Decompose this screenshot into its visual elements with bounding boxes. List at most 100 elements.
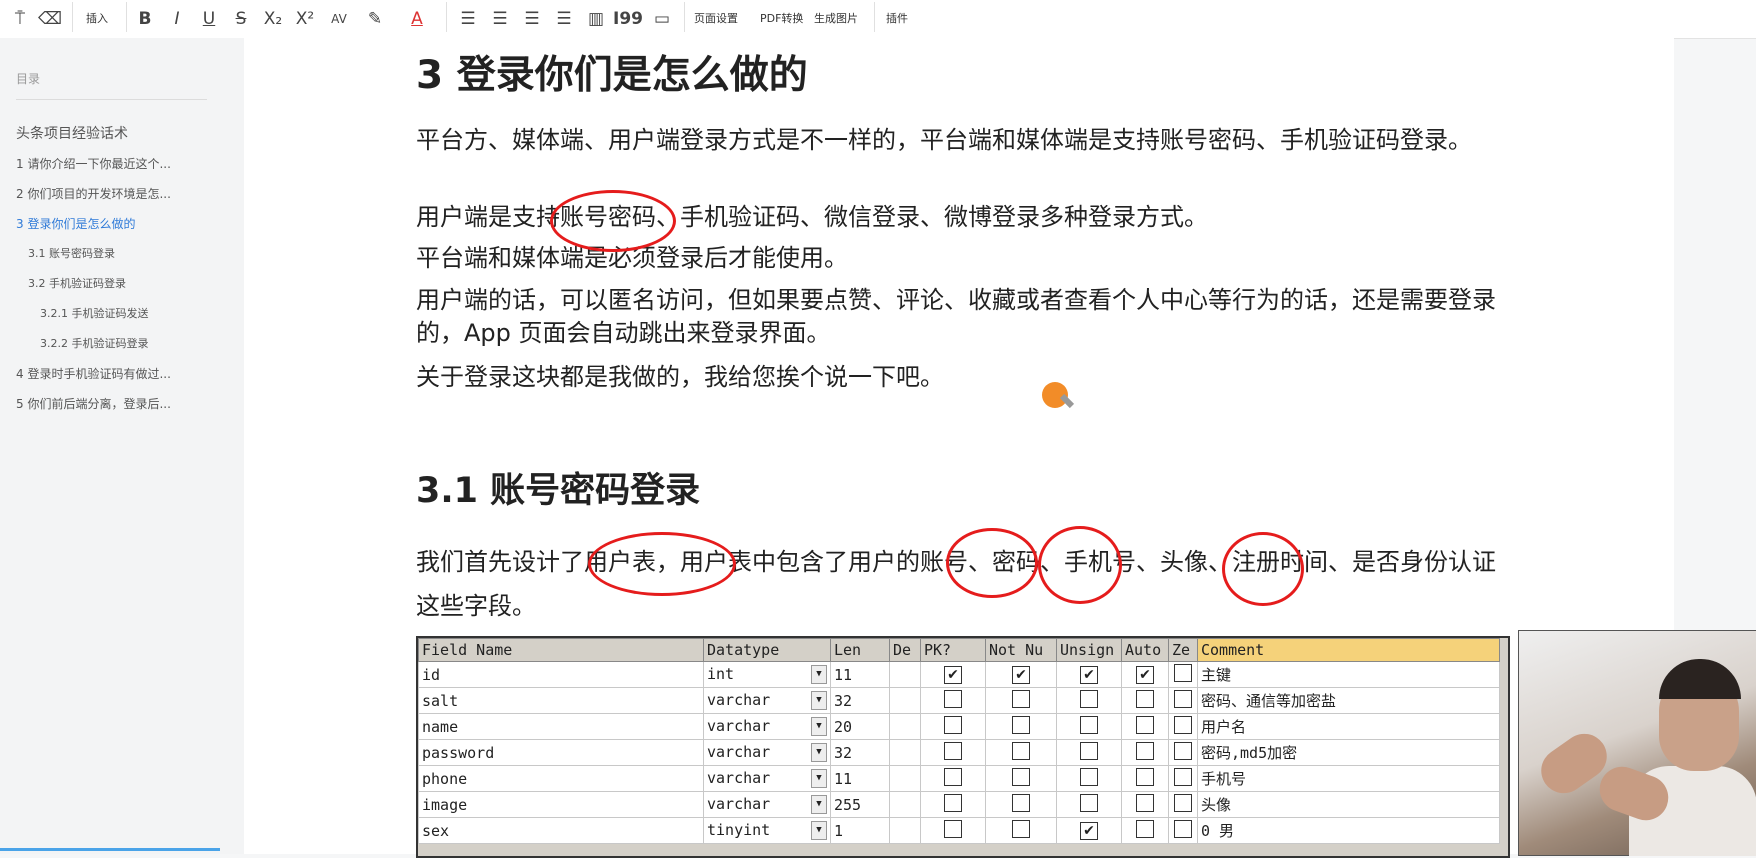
toc-item-3-1[interactable]: 3.1 账号密码登录 (28, 245, 115, 261)
cell-datatype[interactable]: varchar ▼ (703, 791, 831, 818)
checkbox-nn[interactable] (1012, 767, 1030, 786)
cell-len[interactable]: 255 (830, 791, 890, 818)
cell-default[interactable] (889, 791, 921, 818)
pdf-convert-button[interactable]: PDF转换 (760, 10, 803, 26)
cell-pk[interactable] (920, 687, 986, 714)
align-left-icon[interactable]: ☰ (456, 6, 480, 32)
cell-len[interactable]: 20 (830, 713, 890, 740)
checkbox-nn[interactable] (1012, 819, 1030, 838)
align-center-icon[interactable]: ☰ (488, 6, 512, 32)
cell-pk[interactable] (920, 791, 986, 818)
cell-ze[interactable] (1168, 739, 1198, 766)
cell-field-name[interactable]: name (418, 713, 704, 740)
checkbox-ze[interactable] (1174, 715, 1192, 734)
cell-ze[interactable] (1168, 687, 1198, 714)
eraser-icon[interactable]: ⌫ (38, 6, 62, 32)
cell-len[interactable]: 11 (830, 765, 890, 792)
quote-icon[interactable]: I99 (613, 6, 643, 32)
cell-nn[interactable] (985, 713, 1057, 740)
cell-datatype[interactable]: varchar ▼ (703, 739, 831, 766)
cell-nn[interactable] (985, 739, 1057, 766)
cell-comment[interactable]: 主键 (1197, 661, 1500, 688)
checkbox-un[interactable] (1080, 715, 1098, 734)
dropdown-arrow-icon[interactable]: ▼ (811, 769, 827, 788)
checkbox-pk[interactable] (944, 715, 962, 734)
cell-field-name[interactable]: salt (418, 687, 704, 714)
checkbox-auto[interactable] (1136, 715, 1154, 734)
toc-item-root[interactable]: 头条项目经验话术 (16, 123, 128, 143)
cell-default[interactable] (889, 713, 921, 740)
cell-auto[interactable] (1121, 817, 1169, 844)
cell-default[interactable] (889, 765, 921, 792)
checkbox-pk[interactable] (944, 689, 962, 708)
cell-field-name[interactable]: sex (418, 817, 704, 844)
cell-auto[interactable] (1121, 687, 1169, 714)
checkbox-pk[interactable] (944, 793, 962, 812)
page-setup-button[interactable]: 页面设置 (694, 10, 738, 26)
cell-default[interactable] (889, 817, 921, 844)
checkbox-un[interactable]: ✔ (1080, 666, 1098, 684)
subscript-icon[interactable]: X₂ (262, 6, 284, 32)
plugin-button[interactable]: 插件 (886, 10, 908, 26)
cell-ze[interactable] (1168, 765, 1198, 792)
dropdown-arrow-icon[interactable]: ▼ (811, 665, 827, 684)
checkbox-ze[interactable] (1174, 819, 1192, 838)
checkbox-pk[interactable] (944, 819, 962, 838)
checkbox-ze[interactable] (1174, 741, 1192, 760)
dropdown-arrow-icon[interactable]: ▼ (811, 717, 827, 736)
cell-pk[interactable] (920, 739, 986, 766)
checkbox-auto[interactable] (1136, 741, 1154, 760)
cell-default[interactable] (889, 661, 921, 688)
cell-field-name[interactable]: phone (418, 765, 704, 792)
cell-ze[interactable] (1168, 661, 1198, 688)
table-row[interactable]: password varchar ▼ 32 密码,md5加密 (418, 739, 1500, 766)
checkbox-nn[interactable] (1012, 741, 1030, 760)
cell-field-name[interactable]: password (418, 739, 704, 766)
font-color-icon[interactable]: A (402, 6, 432, 32)
cell-nn[interactable]: ✔ (985, 661, 1057, 688)
columns-icon[interactable]: ▥ (584, 6, 608, 32)
table-row[interactable]: sex tinyint ▼ 1 ✔ 0 男 (418, 817, 1500, 844)
cell-ze[interactable] (1168, 713, 1198, 740)
align-justify-icon[interactable]: ☰ (552, 6, 576, 32)
checkbox-un[interactable] (1080, 767, 1098, 786)
checkbox-nn[interactable] (1012, 715, 1030, 734)
superscript-icon[interactable]: X² (294, 6, 316, 32)
checkbox-ze[interactable] (1174, 689, 1192, 708)
dropdown-arrow-icon[interactable]: ▼ (811, 691, 827, 710)
line-spacing-icon[interactable]: ▭ (650, 6, 674, 32)
cell-un[interactable] (1056, 687, 1122, 714)
cell-nn[interactable] (985, 817, 1057, 844)
cell-auto[interactable] (1121, 713, 1169, 740)
cell-comment[interactable]: 手机号 (1197, 765, 1500, 792)
toc-item-3-2[interactable]: 3.2 手机验证码登录 (28, 275, 126, 291)
cell-pk[interactable] (920, 817, 986, 844)
cell-auto[interactable] (1121, 739, 1169, 766)
cell-auto[interactable] (1121, 791, 1169, 818)
cell-len[interactable]: 1 (830, 817, 890, 844)
cell-nn[interactable] (985, 765, 1057, 792)
checkbox-pk[interactable] (944, 741, 962, 760)
cell-default[interactable] (889, 687, 921, 714)
checkbox-ze[interactable] (1174, 767, 1192, 786)
cell-pk[interactable] (920, 765, 986, 792)
cell-auto[interactable]: ✔ (1121, 661, 1169, 688)
dropdown-arrow-icon[interactable]: ▼ (811, 795, 827, 814)
cell-ze[interactable] (1168, 791, 1198, 818)
toc-item-3[interactable]: 3 登录你们是怎么做的 (16, 215, 135, 232)
cell-field-name[interactable]: image (418, 791, 704, 818)
checkbox-auto[interactable]: ✔ (1136, 666, 1154, 684)
checkbox-un[interactable] (1080, 741, 1098, 760)
cell-datatype[interactable]: tinyint ▼ (703, 817, 831, 844)
cell-len[interactable]: 32 (830, 739, 890, 766)
cell-datatype[interactable]: varchar ▼ (703, 765, 831, 792)
checkbox-nn[interactable]: ✔ (1012, 666, 1030, 684)
cell-pk[interactable]: ✔ (920, 661, 986, 688)
cell-un[interactable] (1056, 713, 1122, 740)
generate-image-button[interactable]: 生成图片 (814, 10, 858, 26)
italic-icon[interactable]: I (166, 6, 188, 32)
char-spacing-icon[interactable]: AV (326, 6, 352, 32)
cell-auto[interactable] (1121, 765, 1169, 792)
toc-item-3-2-2[interactable]: 3.2.2 手机验证码登录 (40, 335, 149, 351)
cell-datatype[interactable]: varchar ▼ (703, 687, 831, 714)
